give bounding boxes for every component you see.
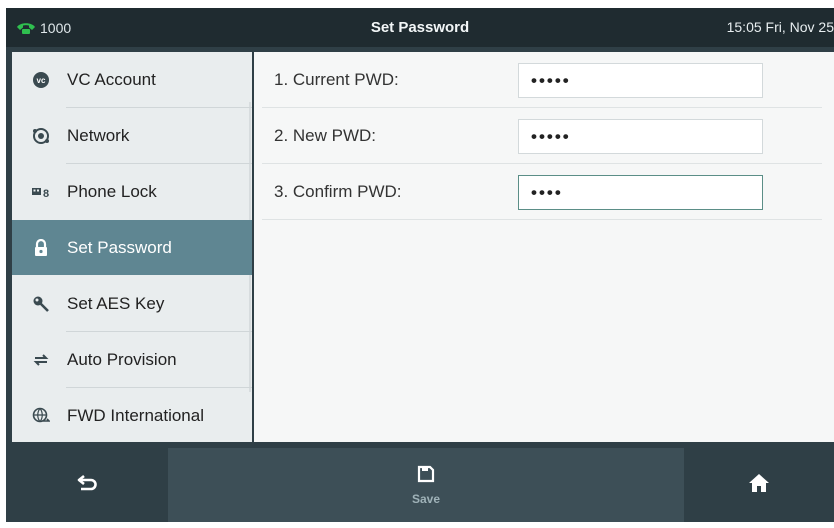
new-pwd-label: 2. New PWD: <box>274 126 377 145</box>
clock-date: 15:05 Fri, Nov 25 <box>726 19 834 35</box>
phone-screen-frame: 1000 Set Password 15:05 Fri, Nov 25 vc V… <box>0 0 834 528</box>
back-arrow-icon <box>76 473 98 498</box>
form-row-current: 1. Current PWD: ••••• <box>254 52 822 107</box>
sidebar-item-label: Set AES Key <box>67 293 165 313</box>
sidebar-item-label: Network <box>67 125 130 145</box>
sidebar-item-label: VC Account <box>67 69 156 89</box>
sidebar-item-label: Auto Provision <box>67 349 177 369</box>
sidebar-item-auto-provision[interactable]: Auto Provision <box>12 332 252 387</box>
current-pwd-label: 1. Current PWD: <box>274 70 399 89</box>
form-row-new: 2. New PWD: ••••• <box>254 108 822 163</box>
confirm-pwd-label: 3. Confirm PWD: <box>274 182 402 201</box>
key-icon <box>31 294 51 314</box>
form-row-confirm: 3. Confirm PWD: •••• <box>254 164 822 219</box>
phone-screen: 1000 Set Password 15:05 Fri, Nov 25 vc V… <box>6 8 834 522</box>
new-pwd-field[interactable]: ••••• <box>518 119 763 154</box>
sync-arrows-icon <box>31 350 51 370</box>
status-bar: 1000 Set Password 15:05 Fri, Nov 25 <box>6 8 834 47</box>
home-button[interactable] <box>684 448 834 522</box>
vc-account-icon: vc <box>31 70 51 90</box>
settings-sidebar: vc VC Account Network 8 Phone Lock Set P… <box>12 52 252 442</box>
form-divider <box>262 219 822 220</box>
save-floppy-icon <box>417 465 435 488</box>
sidebar-item-label: Set Password <box>67 237 172 257</box>
save-label: Save <box>411 491 441 506</box>
current-pwd-field[interactable]: ••••• <box>518 63 763 98</box>
save-button[interactable]: Save <box>168 448 684 522</box>
password-form: 1. Current PWD: ••••• 2. New PWD: ••••• … <box>254 52 834 442</box>
sidebar-item-label: Phone Lock <box>67 181 157 201</box>
svg-text:8: 8 <box>43 188 49 200</box>
sidebar-item-label: FWD International <box>67 405 204 425</box>
page-title: Set Password <box>370 19 470 36</box>
sidebar-item-set-aes-key[interactable]: Set AES Key <box>12 276 252 331</box>
back-button[interactable] <box>6 448 168 522</box>
svg-text:vc: vc <box>37 76 46 85</box>
sidebar-item-network[interactable]: Network <box>12 108 252 163</box>
phone-lock-icon: 8 <box>31 182 51 202</box>
sidebar-item-fwd-international[interactable]: FWD International <box>12 388 252 443</box>
lock-icon <box>31 238 51 258</box>
sidebar-item-vc-account[interactable]: vc VC Account <box>12 52 252 107</box>
network-globe-icon <box>31 126 51 146</box>
home-icon <box>748 473 770 498</box>
sidebar-item-set-password[interactable]: Set Password <box>12 220 252 275</box>
globe-forward-icon <box>31 406 51 426</box>
confirm-pwd-field[interactable]: •••• <box>518 175 763 210</box>
sidebar-item-phone-lock[interactable]: 8 Phone Lock <box>12 164 252 219</box>
softkey-bar: Save <box>6 448 834 522</box>
